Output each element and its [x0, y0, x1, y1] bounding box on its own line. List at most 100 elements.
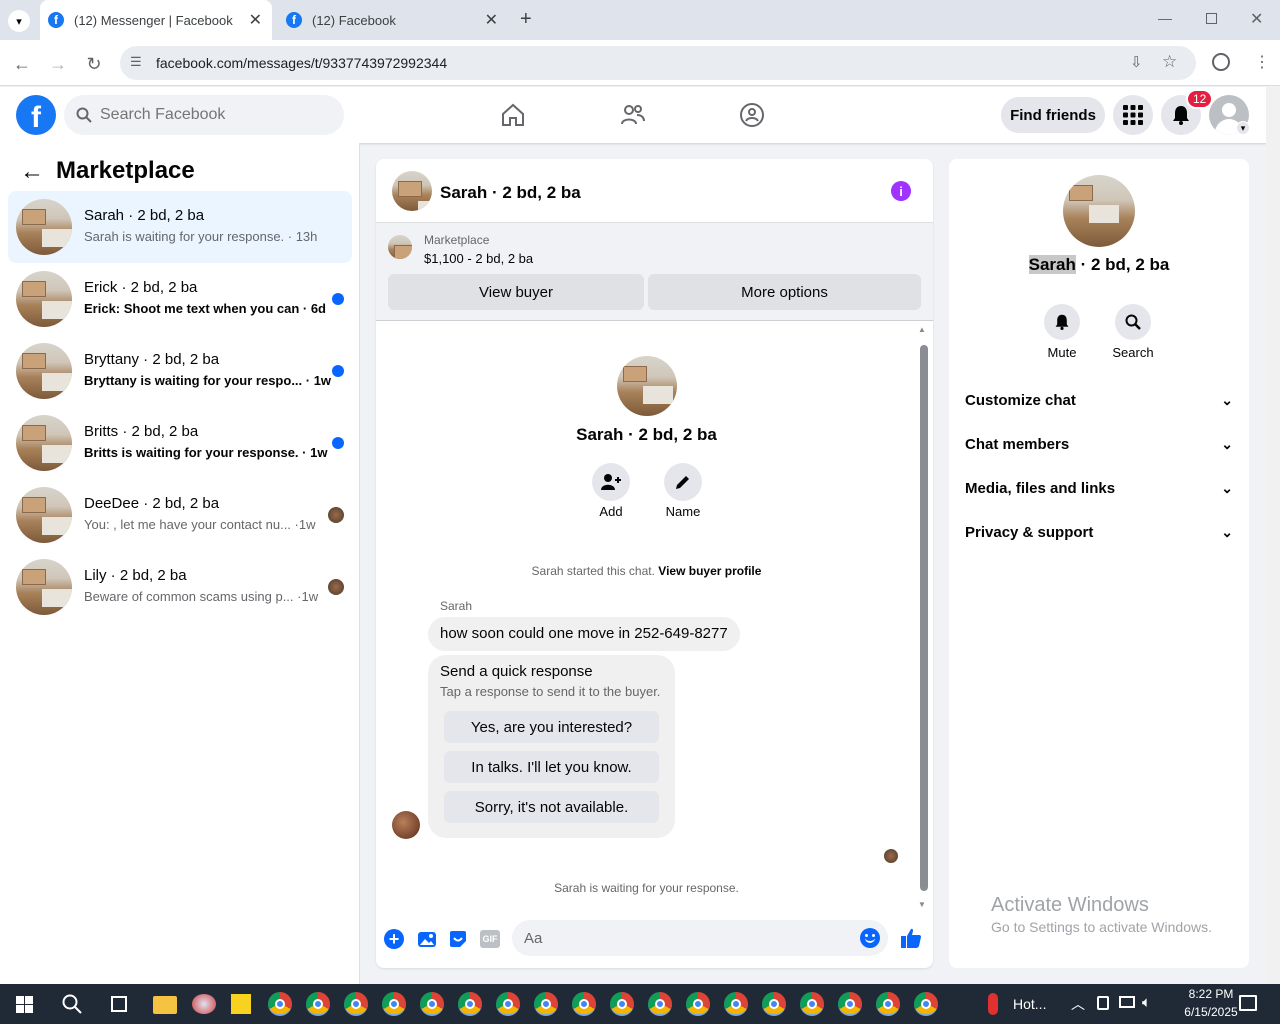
search-input[interactable]	[100, 95, 330, 135]
windows-start-icon[interactable]	[16, 996, 33, 1013]
chrome-taskbar-icon[interactable]	[572, 992, 596, 1016]
chrome-taskbar-icon[interactable]	[648, 992, 672, 1016]
quick-response-option[interactable]: Sorry, it's not available.	[444, 791, 659, 823]
site-info-icon[interactable]: ☰	[130, 54, 142, 70]
tab-search-chevron-icon[interactable]: ▾	[8, 10, 30, 32]
url-text[interactable]: facebook.com/messages/t/9337743972992344	[156, 55, 447, 71]
chrome-taskbar-icon[interactable]	[268, 992, 292, 1016]
conversation-item[interactable]: DeeDee · 2 bd, 2 ba You: , let me have y…	[8, 479, 352, 551]
photo-icon[interactable]	[417, 929, 437, 949]
chrome-taskbar-icon[interactable]	[382, 992, 406, 1016]
weather-icon[interactable]	[988, 993, 998, 1015]
back-icon[interactable]: ←	[12, 54, 32, 75]
mute-button[interactable]	[1044, 304, 1080, 340]
chrome-taskbar-icon[interactable]	[306, 992, 330, 1016]
tab-messenger[interactable]: f (12) Messenger | Facebook ✕	[40, 0, 272, 40]
chrome-taskbar-icon[interactable]	[458, 992, 482, 1016]
info-icon[interactable]: i	[891, 181, 911, 201]
new-tab-icon[interactable]: +	[520, 8, 532, 31]
profile-icon[interactable]	[1212, 53, 1230, 71]
weather-label[interactable]: Hot...	[1013, 996, 1046, 1012]
chrome-taskbar-icon[interactable]	[838, 992, 862, 1016]
view-buyer-profile-link[interactable]: View buyer profile	[658, 564, 761, 578]
conversation-item[interactable]: Bryttany · 2 bd, 2 ba Bryttany is waitin…	[8, 335, 352, 407]
search-label: Search	[1112, 345, 1154, 360]
forward-icon[interactable]: →	[48, 54, 68, 75]
incoming-message[interactable]: how soon could one move in 252-649-8277	[428, 617, 740, 651]
quick-response-option[interactable]: Yes, are you interested?	[444, 711, 659, 743]
section-media-files-links[interactable]: Media, files and links ⌄	[965, 480, 1233, 497]
close-window-icon[interactable]: ✕	[1250, 9, 1263, 29]
chrome-taskbar-icon[interactable]	[724, 992, 748, 1016]
chrome-taskbar-icon[interactable]	[686, 992, 710, 1016]
url-box[interactable]: ☰ facebook.com/messages/t/93377439729923…	[120, 46, 1196, 80]
details-avatar[interactable]	[1063, 175, 1135, 247]
section-customize-chat[interactable]: Customize chat ⌄	[965, 392, 1233, 409]
app-icon[interactable]	[192, 994, 216, 1014]
chrome-taskbar-icon[interactable]	[344, 992, 368, 1016]
chrome-taskbar-icon[interactable]	[762, 992, 786, 1016]
close-tab-icon[interactable]: ✕	[485, 10, 498, 30]
search-box[interactable]	[64, 95, 344, 135]
reload-icon[interactable]: ↻	[84, 54, 104, 75]
page-scrollbar[interactable]	[1266, 87, 1280, 984]
waiting-note: Sarah is waiting for your response.	[554, 881, 739, 895]
section-chat-members[interactable]: Chat members ⌄	[965, 436, 1233, 453]
browser-menu-icon[interactable]: ⋮	[1254, 52, 1270, 72]
task-view-icon[interactable]	[111, 996, 127, 1012]
chrome-taskbar-icon[interactable]	[876, 992, 900, 1016]
listing-title[interactable]: $1,100 - 2 bd, 2 ba	[424, 251, 533, 266]
minimize-icon[interactable]: —	[1158, 10, 1172, 26]
install-app-icon[interactable]: ⇩	[1130, 53, 1143, 71]
section-privacy-support[interactable]: Privacy & support ⌄	[965, 524, 1233, 541]
more-actions-icon[interactable]: +	[384, 929, 404, 949]
chat-title[interactable]: Sarah · 2 bd, 2 ba	[440, 183, 581, 203]
conversation-item[interactable]: Lily · 2 bd, 2 ba Beware of common scams…	[8, 551, 352, 623]
chrome-taskbar-icon[interactable]	[800, 992, 824, 1016]
restore-icon[interactable]	[1206, 13, 1217, 24]
groups-icon[interactable]	[739, 102, 765, 128]
quick-response-option[interactable]: In talks. I'll let you know.	[444, 751, 659, 783]
profile-avatar[interactable]	[617, 356, 677, 416]
chrome-taskbar-icon[interactable]	[496, 992, 520, 1016]
notification-center-icon[interactable]	[1239, 995, 1257, 1011]
volume-icon[interactable]: 🔈︎	[1142, 994, 1151, 1011]
chrome-taskbar-icon[interactable]	[420, 992, 444, 1016]
tray-device-icon[interactable]	[1097, 996, 1109, 1010]
conversation-preview: Bryttany is waiting for your respo... · …	[84, 373, 332, 388]
back-arrow-icon[interactable]: ←	[20, 158, 44, 186]
more-options-button[interactable]: More options	[648, 274, 921, 310]
network-icon[interactable]	[1119, 996, 1135, 1008]
gif-icon[interactable]: GIF	[480, 930, 500, 948]
menu-grid-button[interactable]	[1113, 95, 1153, 135]
find-friends-button[interactable]: Find friends	[1001, 97, 1105, 133]
edit-name-button[interactable]	[664, 463, 702, 501]
view-buyer-button[interactable]: View buyer	[388, 274, 644, 310]
like-thumbs-up-icon[interactable]	[900, 927, 922, 949]
friends-icon[interactable]	[620, 103, 646, 127]
add-member-button[interactable]	[592, 463, 630, 501]
file-explorer-icon[interactable]	[153, 996, 177, 1014]
sender-avatar	[392, 811, 420, 839]
conversation-item[interactable]: Britts · 2 bd, 2 ba Britts is waiting fo…	[8, 407, 352, 479]
conversation-item[interactable]: Erick · 2 bd, 2 ba Erick: Shoot me text …	[8, 263, 352, 335]
facebook-logo-icon[interactable]: f	[16, 95, 56, 135]
chrome-taskbar-icon[interactable]	[914, 992, 938, 1016]
tab-facebook[interactable]: f (12) Facebook ✕	[278, 0, 510, 40]
message-input[interactable]: Aa	[512, 920, 888, 956]
close-tab-icon[interactable]: ✕	[249, 10, 262, 30]
taskbar-search-icon[interactable]	[62, 994, 82, 1014]
conversation-item[interactable]: Sarah · 2 bd, 2 ba Sarah is waiting for …	[8, 191, 352, 263]
sticky-notes-icon[interactable]	[231, 994, 251, 1014]
account-chevron-icon[interactable]: ▾	[1236, 121, 1250, 135]
chat-scrollbar[interactable]: ▲ ▼	[917, 323, 929, 909]
chrome-taskbar-icon[interactable]	[534, 992, 558, 1016]
tray-chevron-icon[interactable]: ︿	[1071, 994, 1085, 1014]
emoji-icon[interactable]	[860, 928, 880, 948]
home-icon[interactable]	[500, 103, 526, 127]
search-conversation-button[interactable]	[1115, 304, 1151, 340]
chrome-taskbar-icon[interactable]	[610, 992, 634, 1016]
chat-avatar[interactable]	[392, 171, 432, 211]
bookmark-star-icon[interactable]: ☆	[1162, 52, 1177, 72]
sticker-icon[interactable]	[448, 929, 468, 949]
